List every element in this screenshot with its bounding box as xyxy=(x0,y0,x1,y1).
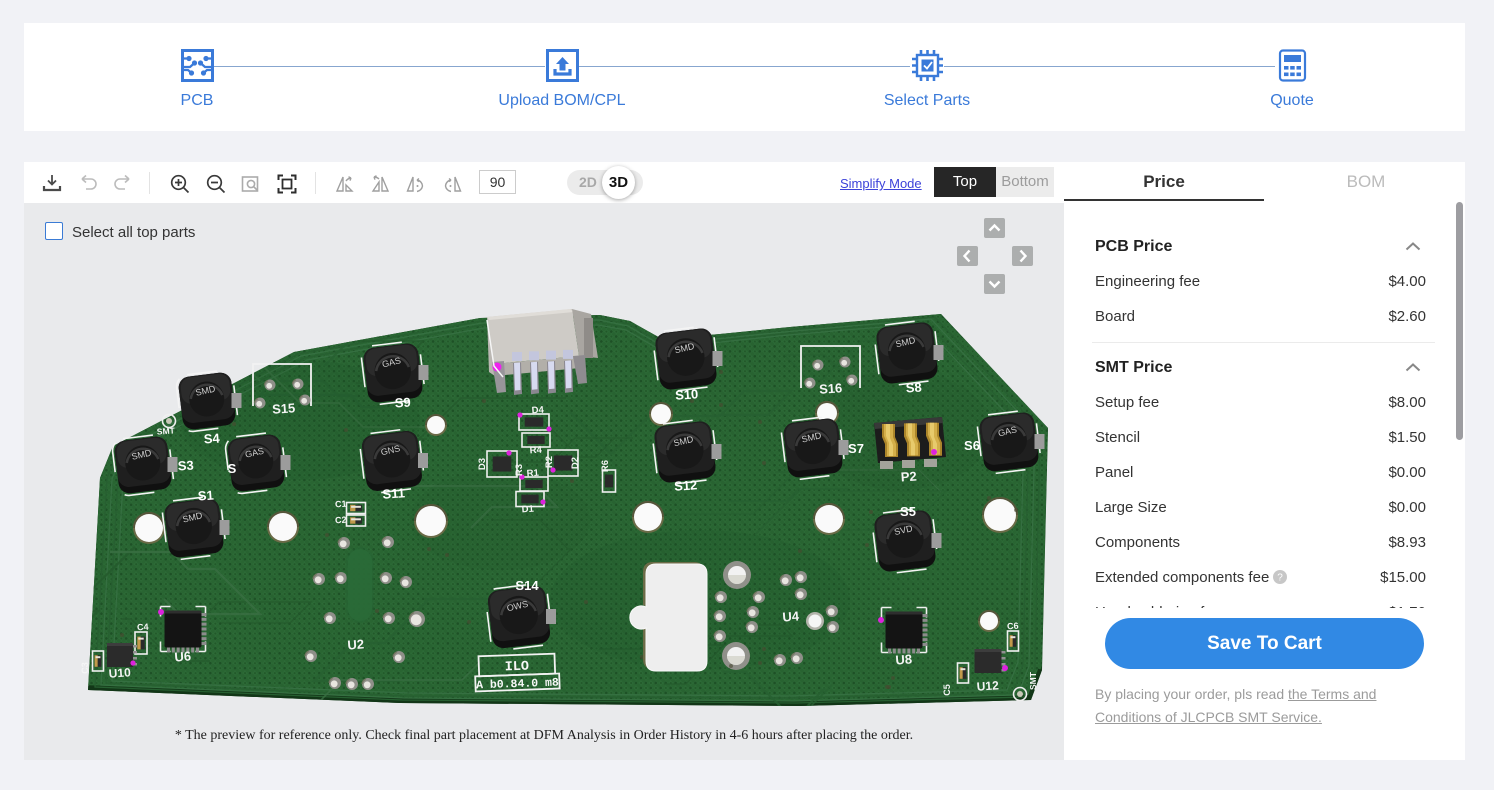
svg-text:SMT: SMT xyxy=(1028,671,1038,690)
svg-text:R1: R1 xyxy=(526,468,540,480)
svg-text:U6: U6 xyxy=(174,648,192,664)
svg-text:C1: C1 xyxy=(335,499,347,510)
svg-text:D3: D3 xyxy=(477,458,488,470)
svg-text:?: ? xyxy=(1278,573,1284,584)
svg-text:R6: R6 xyxy=(600,460,611,472)
svg-text:S6: S6 xyxy=(964,438,980,453)
svg-text:C5: C5 xyxy=(942,684,952,696)
svg-text:C4: C4 xyxy=(137,622,149,633)
svg-text:S8: S8 xyxy=(905,379,922,395)
svg-text:S10: S10 xyxy=(675,386,699,403)
svg-text:S11: S11 xyxy=(382,485,405,502)
svg-text:R4: R4 xyxy=(529,445,543,457)
svg-text:D1: D1 xyxy=(521,504,535,516)
svg-text:S14: S14 xyxy=(515,578,539,593)
svg-text:S9: S9 xyxy=(394,394,411,410)
svg-text:P2: P2 xyxy=(900,468,917,484)
svg-text:C3: C3 xyxy=(80,662,90,674)
svg-text:S7: S7 xyxy=(848,441,864,456)
svg-text:S5: S5 xyxy=(900,504,916,519)
svg-text:U8: U8 xyxy=(895,651,913,667)
svg-text:SMT: SMT xyxy=(156,425,175,436)
svg-text:ILO: ILO xyxy=(505,660,530,676)
svg-text:C6: C6 xyxy=(1007,621,1019,632)
svg-text:C2: C2 xyxy=(335,515,347,526)
svg-text:R3: R3 xyxy=(514,464,525,476)
svg-text:U12: U12 xyxy=(976,678,999,694)
svg-text:U4: U4 xyxy=(782,608,800,624)
svg-text:S1: S1 xyxy=(197,487,214,503)
svg-text:D4: D4 xyxy=(531,405,545,417)
svg-text:D2: D2 xyxy=(570,457,581,469)
svg-text:S15: S15 xyxy=(272,400,296,417)
svg-text:S16: S16 xyxy=(819,380,843,397)
svg-text:S3: S3 xyxy=(177,457,194,473)
svg-text:U2: U2 xyxy=(347,636,365,652)
svg-text:R2: R2 xyxy=(544,456,555,468)
svg-text:S12: S12 xyxy=(674,477,698,494)
svg-text:U10: U10 xyxy=(108,665,131,681)
svg-text:S: S xyxy=(228,461,237,476)
svg-text:S4: S4 xyxy=(203,430,221,446)
